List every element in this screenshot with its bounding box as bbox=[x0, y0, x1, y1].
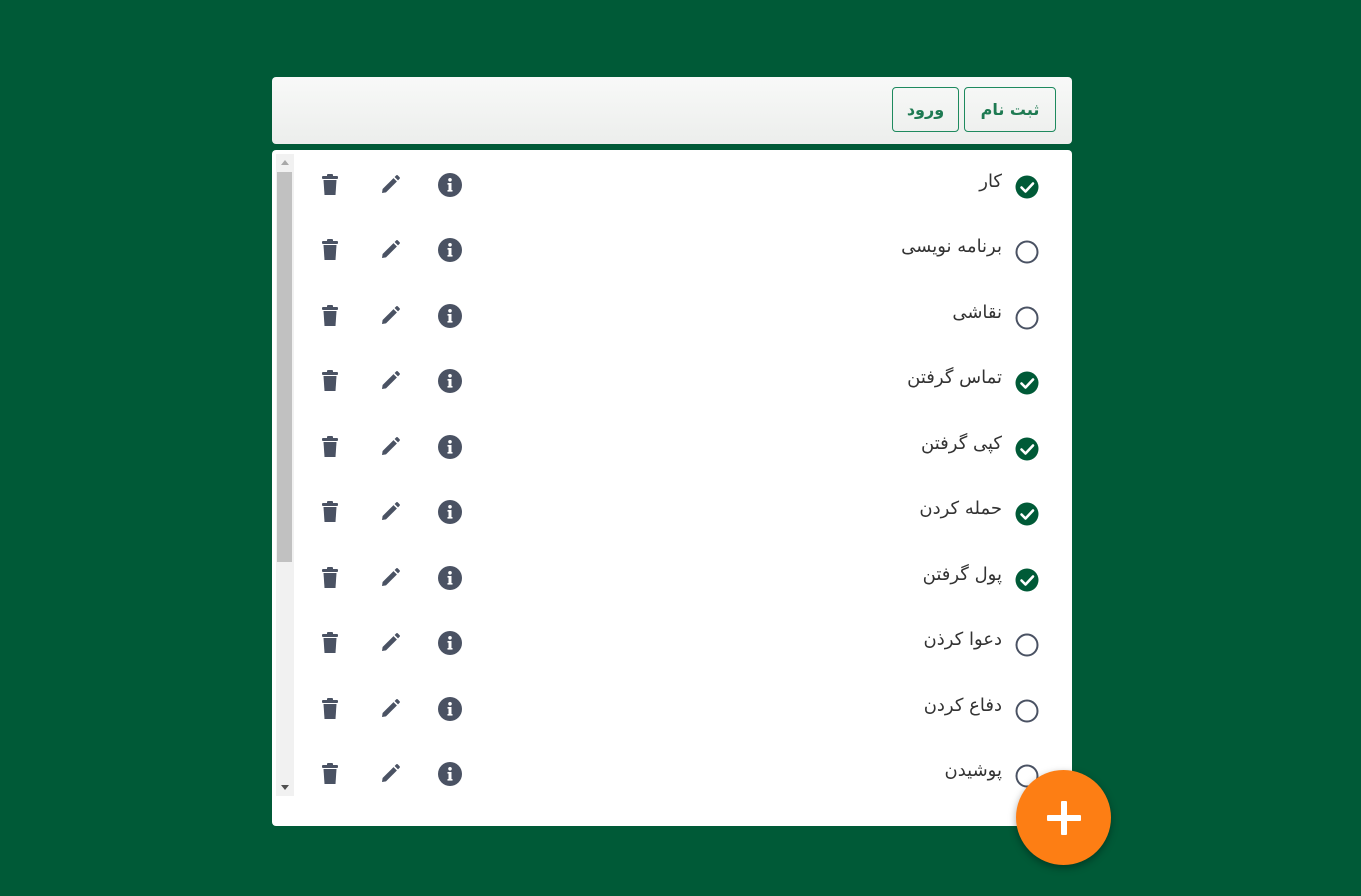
info-circle-icon bbox=[438, 369, 462, 393]
task-label: پول گرفتن bbox=[922, 564, 1002, 585]
task-label: دعوا کرذن bbox=[923, 629, 1002, 650]
info-button[interactable] bbox=[438, 500, 462, 524]
info-button[interactable] bbox=[438, 435, 462, 459]
pencil-icon bbox=[379, 370, 401, 392]
info-circle-icon bbox=[438, 697, 462, 721]
task-label: پوشیدن bbox=[944, 760, 1003, 781]
edit-button[interactable] bbox=[378, 631, 402, 655]
info-button[interactable] bbox=[438, 566, 462, 590]
task-label: برنامه نویسی bbox=[901, 236, 1002, 257]
task-label: دفاع کردن bbox=[923, 695, 1002, 716]
info-circle-icon bbox=[438, 435, 462, 459]
task-row: پول گرفتن bbox=[272, 558, 1072, 598]
add-task-button[interactable] bbox=[1016, 770, 1111, 865]
register-button[interactable]: ثبت نام bbox=[964, 87, 1056, 132]
task-checkbox-checked[interactable] bbox=[1015, 437, 1039, 461]
pencil-icon bbox=[379, 174, 401, 196]
trash-icon bbox=[320, 239, 340, 261]
info-circle-icon bbox=[438, 500, 462, 524]
task-row: کار bbox=[272, 165, 1072, 205]
task-row: برنامه نویسی bbox=[272, 230, 1072, 270]
task-row: دفاع کردن bbox=[272, 689, 1072, 729]
task-checkbox-checked[interactable] bbox=[1015, 568, 1039, 592]
trash-icon bbox=[320, 174, 340, 196]
info-button[interactable] bbox=[438, 173, 462, 197]
task-label: نقاشی bbox=[952, 302, 1002, 323]
trash-icon bbox=[320, 632, 340, 654]
edit-button[interactable] bbox=[378, 173, 402, 197]
info-circle-icon bbox=[438, 238, 462, 262]
task-row: دعوا کرذن bbox=[272, 623, 1072, 663]
delete-button[interactable] bbox=[318, 173, 342, 197]
info-circle-icon bbox=[438, 631, 462, 655]
task-checkbox-unchecked[interactable] bbox=[1015, 240, 1039, 264]
delete-button[interactable] bbox=[318, 762, 342, 786]
info-button[interactable] bbox=[438, 369, 462, 393]
edit-button[interactable] bbox=[378, 435, 402, 459]
pencil-icon bbox=[379, 239, 401, 261]
pencil-icon bbox=[379, 436, 401, 458]
task-row: کپی گرفتن bbox=[272, 427, 1072, 467]
task-row: پوشیدن bbox=[272, 754, 1072, 794]
delete-button[interactable] bbox=[318, 238, 342, 262]
delete-button[interactable] bbox=[318, 631, 342, 655]
delete-button[interactable] bbox=[318, 304, 342, 328]
task-checkbox-checked[interactable] bbox=[1015, 175, 1039, 199]
task-row: تماس گرفتن bbox=[272, 361, 1072, 401]
task-checkbox-unchecked[interactable] bbox=[1015, 699, 1039, 723]
delete-button[interactable] bbox=[318, 566, 342, 590]
pencil-icon bbox=[379, 763, 401, 785]
info-circle-icon bbox=[438, 762, 462, 786]
pencil-icon bbox=[379, 305, 401, 327]
task-row: حمله کردن bbox=[272, 492, 1072, 532]
delete-button[interactable] bbox=[318, 435, 342, 459]
task-row: نقاشی bbox=[272, 296, 1072, 336]
trash-icon bbox=[320, 763, 340, 785]
pencil-icon bbox=[379, 698, 401, 720]
task-checkbox-checked[interactable] bbox=[1015, 502, 1039, 526]
info-button[interactable] bbox=[438, 304, 462, 328]
pencil-icon bbox=[379, 567, 401, 589]
edit-button[interactable] bbox=[378, 500, 402, 524]
edit-button[interactable] bbox=[378, 369, 402, 393]
task-label: تماس گرفتن bbox=[907, 367, 1002, 388]
info-circle-icon bbox=[438, 173, 462, 197]
delete-button[interactable] bbox=[318, 500, 342, 524]
pencil-icon bbox=[379, 501, 401, 523]
edit-button[interactable] bbox=[378, 762, 402, 786]
info-button[interactable] bbox=[438, 762, 462, 786]
trash-icon bbox=[320, 501, 340, 523]
task-label: کپی گرفتن bbox=[921, 433, 1002, 454]
info-button[interactable] bbox=[438, 631, 462, 655]
trash-icon bbox=[320, 436, 340, 458]
delete-button[interactable] bbox=[318, 369, 342, 393]
task-checkbox-unchecked[interactable] bbox=[1015, 633, 1039, 657]
login-button[interactable]: ورود bbox=[892, 87, 959, 132]
edit-button[interactable] bbox=[378, 566, 402, 590]
edit-button[interactable] bbox=[378, 304, 402, 328]
task-list-panel: کار برنامه نویسی نقاشی تماس گرفتن کپی گرفتن ح… bbox=[272, 150, 1072, 826]
trash-icon bbox=[320, 567, 340, 589]
delete-button[interactable] bbox=[318, 697, 342, 721]
pencil-icon bbox=[379, 632, 401, 654]
info-circle-icon bbox=[438, 304, 462, 328]
info-button[interactable] bbox=[438, 238, 462, 262]
edit-button[interactable] bbox=[378, 697, 402, 721]
plus-icon bbox=[1046, 800, 1081, 835]
trash-icon bbox=[320, 698, 340, 720]
task-label: کار bbox=[979, 171, 1002, 192]
trash-icon bbox=[320, 370, 340, 392]
trash-icon bbox=[320, 305, 340, 327]
info-circle-icon bbox=[438, 566, 462, 590]
task-checkbox-checked[interactable] bbox=[1015, 371, 1039, 395]
task-checkbox-unchecked[interactable] bbox=[1015, 306, 1039, 330]
info-button[interactable] bbox=[438, 697, 462, 721]
edit-button[interactable] bbox=[378, 238, 402, 262]
top-navbar: ثبت نام ورود bbox=[272, 77, 1072, 144]
task-label: حمله کردن bbox=[919, 498, 1002, 519]
